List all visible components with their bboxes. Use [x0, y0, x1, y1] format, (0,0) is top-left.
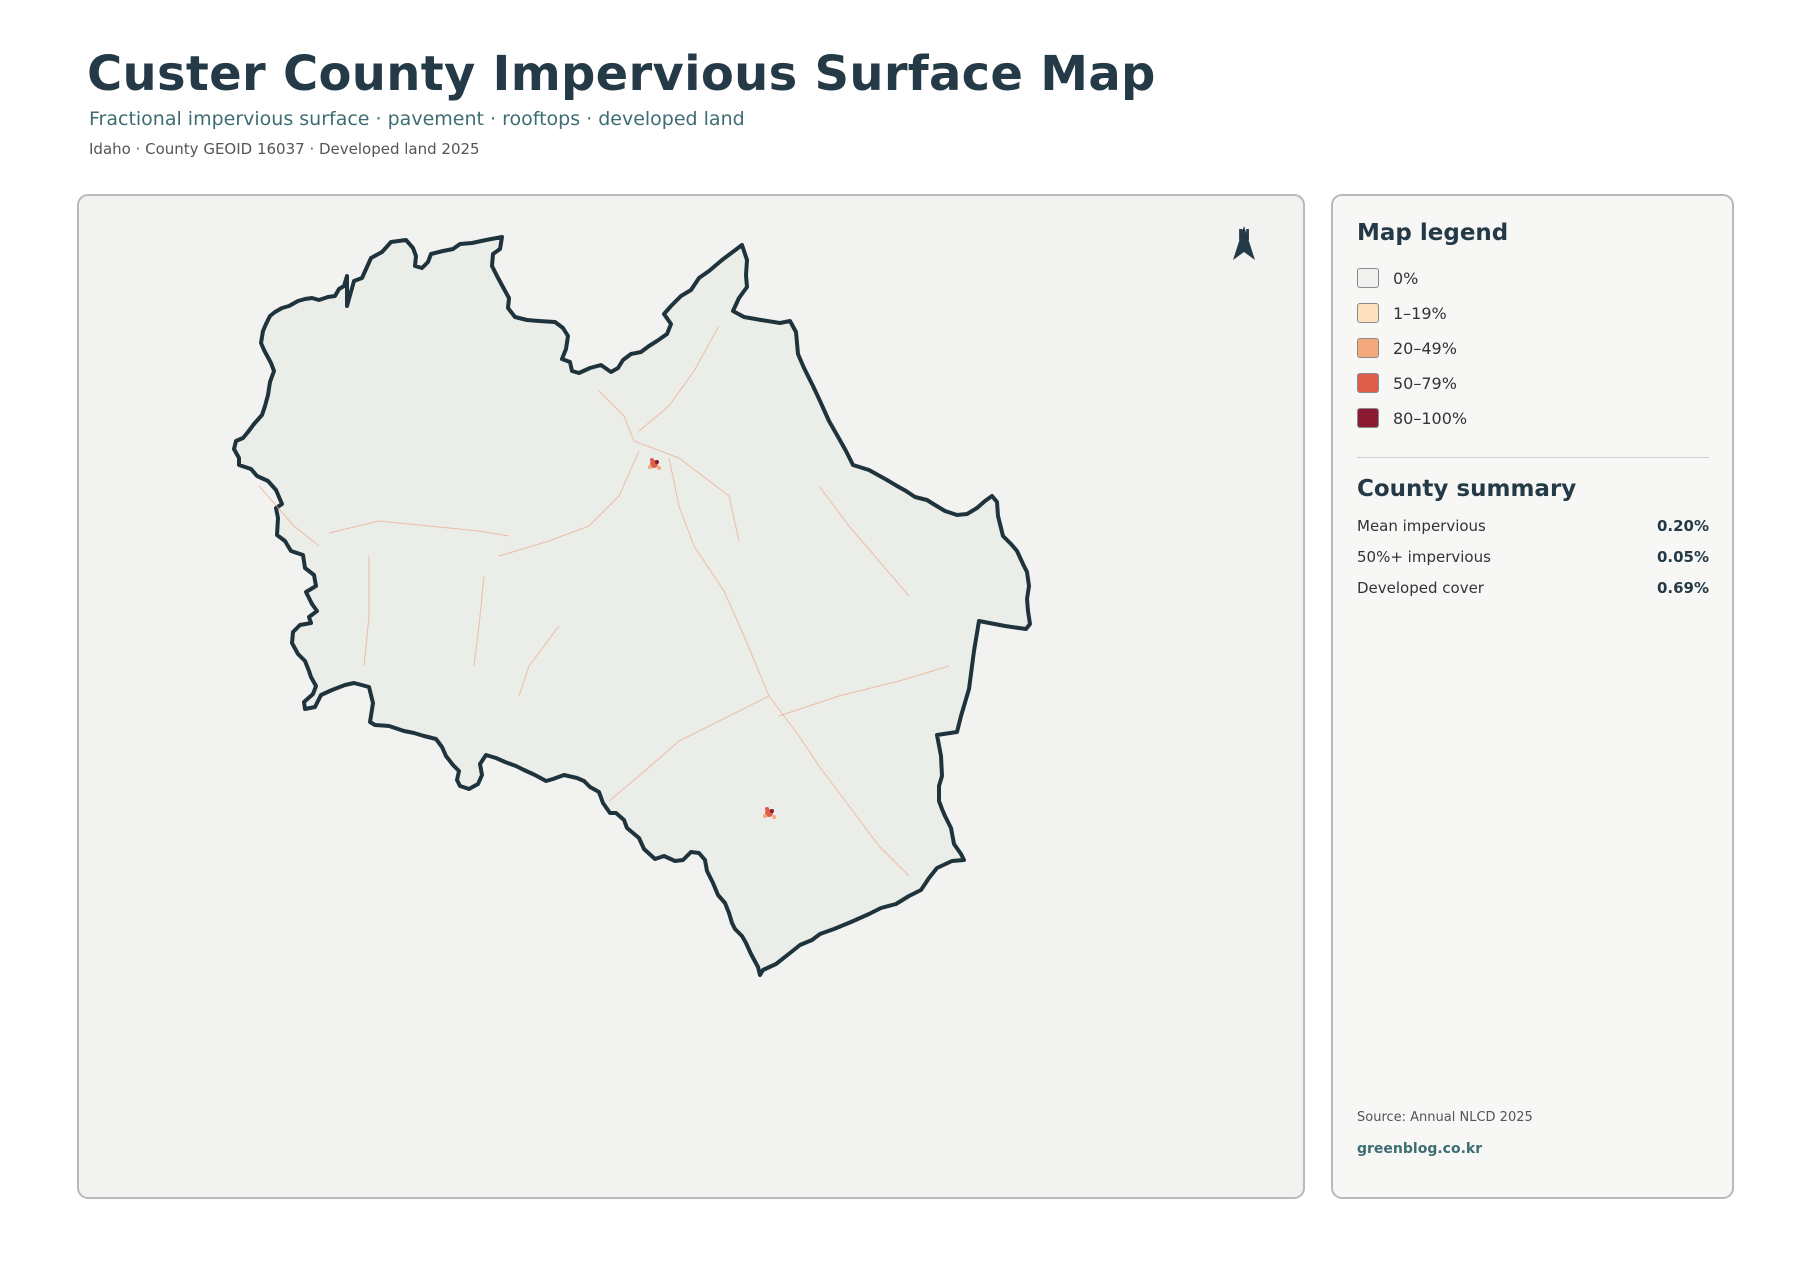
credit-link[interactable]: greenblog.co.kr: [1357, 1141, 1482, 1157]
legend-swatch: [1357, 408, 1379, 428]
legend-swatch: [1357, 373, 1379, 393]
summary-heading: County summary: [1357, 476, 1577, 502]
data-source: Source: Annual NLCD 2025: [1357, 1110, 1533, 1125]
legend-heading: Map legend: [1357, 220, 1509, 246]
legend-swatch: [1357, 338, 1379, 358]
legend-label: 0%: [1393, 268, 1419, 288]
legend-label: 1–19%: [1393, 303, 1447, 323]
impervious-town-pixel: [770, 809, 774, 813]
stat-row: 50%+ impervious 0.05%: [1357, 547, 1709, 567]
legend-swatch: [1357, 303, 1379, 323]
stat-label: 50%+ impervious: [1357, 548, 1491, 566]
north-arrow: N: [1229, 224, 1259, 260]
legend-swatch: [1357, 268, 1379, 288]
legend-label: 80–100%: [1393, 408, 1468, 428]
legend-item: 20–49%: [1357, 336, 1457, 360]
map-subtitle: Fractional impervious surface · pavement…: [89, 108, 745, 130]
impervious-town-pixel: [765, 807, 769, 811]
map-meta: Idaho · County GEOID 16037 · Developed l…: [89, 140, 480, 158]
impervious-town-pixel: [772, 815, 776, 819]
county-boundary[interactable]: [232, 235, 1032, 977]
impervious-town-pixel: [657, 466, 661, 470]
legend-item: 0%: [1357, 266, 1418, 290]
panel-divider: [1357, 457, 1709, 458]
stat-row: Developed cover 0.69%: [1357, 578, 1709, 598]
stat-row: Mean impervious 0.20%: [1357, 516, 1709, 536]
north-arrow-icon: [1233, 226, 1255, 260]
legend-item: 50–79%: [1357, 371, 1457, 395]
stat-value: 0.69%: [1656, 579, 1709, 597]
impervious-town-pixel: [650, 458, 654, 462]
impervious-town-pixel: [655, 460, 659, 464]
stat-value: 0.20%: [1656, 517, 1709, 535]
map-title: Custer County Impervious Surface Map: [87, 46, 1156, 102]
legend-label: 50–79%: [1393, 373, 1457, 393]
legend-item: 80–100%: [1357, 406, 1467, 430]
map-panel[interactable]: N: [77, 194, 1305, 1199]
side-panel: Map legend 0% 1–19% 20–49% 50–79% 80–100…: [1331, 194, 1734, 1199]
impervious-town-pixel: [763, 814, 767, 818]
stat-label: Mean impervious: [1357, 517, 1486, 535]
legend-label: 20–49%: [1393, 338, 1457, 358]
stat-label: Developed cover: [1357, 579, 1484, 597]
map-canvas[interactable]: [79, 196, 1303, 1197]
legend-item: 1–19%: [1357, 301, 1447, 325]
stat-value: 0.05%: [1656, 548, 1709, 566]
impervious-town-pixel: [648, 465, 652, 469]
